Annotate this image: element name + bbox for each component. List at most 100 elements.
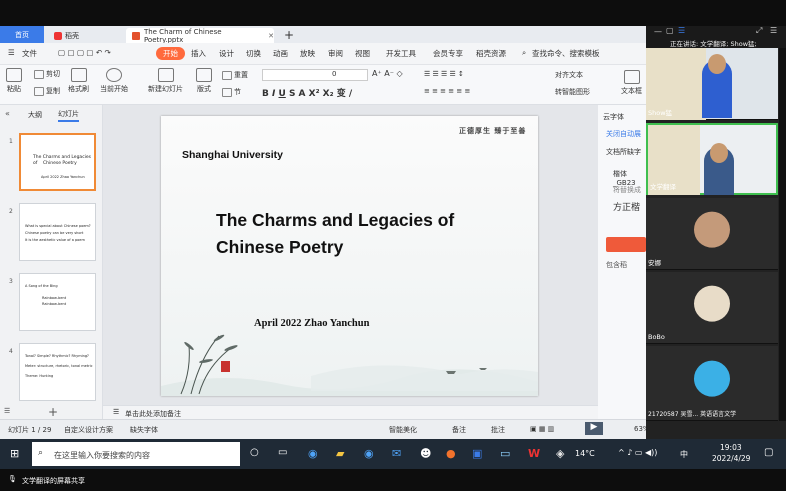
paste-button[interactable]: 粘贴 bbox=[6, 68, 22, 94]
slide[interactable]: 正德厚生 臻于至善 Shanghai University The Charms… bbox=[161, 116, 538, 396]
notes-toggle-button[interactable]: 备注 bbox=[452, 425, 466, 435]
slide-thumbnail[interactable]: Tonal? Simple? Rhythmic? Rhyming? Meter:… bbox=[19, 343, 96, 401]
textbox-button[interactable]: 文本框 bbox=[621, 70, 642, 96]
align-text-button[interactable]: 对齐文本 bbox=[555, 70, 583, 80]
panel-controls: — ▢ ☰ ⤢ ☰ bbox=[646, 26, 786, 38]
format-painter-button[interactable]: 格式刷 bbox=[68, 68, 89, 94]
microphone-icon: 🎙 bbox=[8, 475, 17, 483]
meeting-app-icon[interactable]: ▣ bbox=[472, 447, 482, 460]
view-mode-icons[interactable]: ▣ ▦ ▥ bbox=[530, 425, 554, 433]
layout-button[interactable]: 版式 bbox=[196, 68, 212, 94]
new-slide-button[interactable]: 新建幻灯片 bbox=[148, 68, 183, 94]
font-name-select[interactable] bbox=[262, 69, 368, 81]
weather-temperature[interactable]: 14°C bbox=[575, 449, 595, 458]
comments-button[interactable]: 批注 bbox=[491, 425, 505, 435]
participant-video-tile[interactable]: 文学翻译 bbox=[646, 123, 778, 195]
monitor-icon[interactable]: ▭ bbox=[500, 447, 510, 460]
replace-button[interactable] bbox=[606, 237, 646, 252]
pane-menu-icon[interactable]: ☰ bbox=[4, 407, 10, 415]
minimize-icon[interactable]: — bbox=[654, 27, 662, 36]
thumb-text: Tonal? Simple? Rhythmic? Rhyming? bbox=[25, 354, 89, 358]
cut-button[interactable]: 剪切 bbox=[34, 69, 60, 79]
notification-icon[interactable]: ▢ bbox=[764, 447, 773, 458]
browser-icon[interactable]: ◉ bbox=[364, 447, 374, 460]
taskbar-search-box[interactable]: ⌕ 在这里输入你要搜索的内容 bbox=[32, 442, 240, 466]
command-search[interactable]: 查找命令、搜索模板 bbox=[532, 48, 600, 59]
smartart-button[interactable]: 转智能图形 bbox=[555, 87, 590, 97]
menu-design[interactable]: 设计 bbox=[219, 48, 234, 59]
close-auto-link[interactable]: 关闭自动展 bbox=[606, 129, 641, 139]
menu-devtools[interactable]: 开发工具 bbox=[386, 48, 416, 59]
menu-slideshow[interactable]: 放映 bbox=[300, 48, 315, 59]
participant-video-tile[interactable]: BoBo bbox=[646, 272, 778, 344]
participant-name: BoBo bbox=[648, 333, 665, 341]
clock-date[interactable]: 2022/4/29 bbox=[712, 454, 750, 463]
layout-label: 版式 bbox=[197, 85, 211, 93]
menu-start[interactable]: 开始 bbox=[156, 47, 185, 60]
slide-thumbnail[interactable]: A Song of the Bing Rainbow-bent Rainbow-… bbox=[19, 273, 96, 331]
wps-icon[interactable]: W bbox=[528, 447, 540, 460]
tab-outline[interactable]: 大纲 bbox=[28, 110, 42, 120]
close-tab-icon[interactable]: ✕ bbox=[268, 32, 274, 40]
font-size-grow-icon[interactable]: A⁺ A⁻ ◇ bbox=[372, 69, 403, 78]
menu-view[interactable]: 视图 bbox=[355, 48, 370, 59]
speaking-label: 正在讲话: 文学翻译; Show猛; bbox=[670, 40, 757, 48]
menu-animation[interactable]: 动画 bbox=[273, 48, 288, 59]
tab-slides[interactable]: 幻灯片 bbox=[58, 109, 79, 122]
edge-icon[interactable]: ◉ bbox=[308, 447, 318, 460]
menu-member[interactable]: 会员专享 bbox=[433, 48, 463, 59]
menu-file[interactable]: 文件 bbox=[22, 48, 37, 59]
layout-icon[interactable]: ▢ bbox=[666, 26, 674, 35]
task-view-icon[interactable]: ▭ bbox=[278, 447, 287, 458]
notes-area[interactable]: ☰ 单击此处添加备注 bbox=[103, 405, 598, 419]
menu-transition[interactable]: 切换 bbox=[246, 48, 261, 59]
participant-video-tile[interactable]: Show猛 bbox=[646, 48, 778, 120]
search-icon[interactable]: ⌕ bbox=[522, 48, 526, 58]
custom-theme-label[interactable]: 自定义设计方案 bbox=[64, 425, 113, 435]
participant-name: 安娜 bbox=[648, 259, 661, 267]
add-slide-icon[interactable]: + bbox=[48, 405, 58, 419]
font-size-select[interactable]: 0 bbox=[332, 70, 336, 78]
more-icon[interactable]: ☰ bbox=[770, 26, 777, 35]
search-icon: ⌕ bbox=[38, 448, 44, 458]
list-icons[interactable]: ☰ ☰ ☰ ☰ ↕ bbox=[424, 70, 464, 78]
tab-home[interactable]: 首页 bbox=[0, 26, 44, 43]
section-button[interactable]: 节 bbox=[222, 87, 241, 97]
grid-icon[interactable]: ☰ bbox=[678, 26, 685, 35]
play-current-button[interactable]: 当前开始 bbox=[100, 68, 128, 94]
slide-thumbnail[interactable]: The Charms and Legacies of Chinese Poetr… bbox=[19, 133, 96, 191]
tray-icons[interactable]: ^ ♪ ▭ ◀)) bbox=[618, 448, 657, 457]
tab-document[interactable]: The Charm of Chinese Poetry.pptx ✕ bbox=[126, 28, 274, 44]
smart-beautify-button[interactable]: 智能美化 bbox=[389, 425, 417, 435]
copy-button[interactable]: 复制 bbox=[34, 86, 60, 96]
mail-icon[interactable]: ✉ bbox=[392, 447, 401, 460]
menu-insert[interactable]: 插入 bbox=[191, 48, 206, 59]
clock-time[interactable]: 19:03 bbox=[720, 443, 742, 452]
toolbar-quick-icons[interactable]: ▢ ▢ ▢ ▢ ↶ ↷ bbox=[58, 48, 111, 57]
windows-start-icon[interactable]: ⊞ bbox=[10, 447, 19, 460]
menu-review[interactable]: 审阅 bbox=[328, 48, 343, 59]
ime-indicator[interactable]: 中 bbox=[680, 449, 688, 460]
file-explorer-icon[interactable]: ▰ bbox=[336, 447, 344, 460]
slide-thumbnail[interactable]: What is special about Chinese poem? Chin… bbox=[19, 203, 96, 261]
collapse-pane-icon[interactable]: « bbox=[5, 109, 10, 118]
avatar bbox=[694, 211, 730, 248]
slideshow-play-button[interactable]: ▶ bbox=[585, 422, 603, 435]
text-format-icons[interactable]: B I U S A X² X₂ 变 ∕ bbox=[262, 86, 352, 99]
qq-icon[interactable]: ☻ bbox=[420, 447, 431, 460]
cortana-icon[interactable]: ○ bbox=[250, 447, 259, 458]
reset-button[interactable]: 重置 bbox=[222, 70, 248, 80]
video-scrollbar[interactable] bbox=[779, 48, 786, 421]
hamburger-icon[interactable]: ☰ bbox=[8, 48, 15, 57]
app-icon[interactable]: ◈ bbox=[556, 447, 564, 460]
media-icon[interactable]: ● bbox=[446, 447, 456, 460]
tab-docer[interactable]: 稻壳 bbox=[48, 28, 120, 43]
align-icons[interactable]: ≡ ≡ ≡ ≡ ≡ ≡ bbox=[424, 87, 470, 95]
new-tab-icon[interactable]: + bbox=[282, 26, 296, 43]
missing-font-status[interactable]: 缺失字体 bbox=[130, 425, 158, 435]
participant-video-tile[interactable]: 21720587 吴雪... 英语语言文学 bbox=[646, 346, 778, 421]
expand-icon[interactable]: ⤢ bbox=[756, 26, 762, 36]
thumb-text: Theme: Hunting bbox=[25, 374, 54, 378]
participant-video-tile[interactable]: 安娜 bbox=[646, 198, 778, 270]
menu-resources[interactable]: 稻壳资源 bbox=[476, 48, 506, 59]
